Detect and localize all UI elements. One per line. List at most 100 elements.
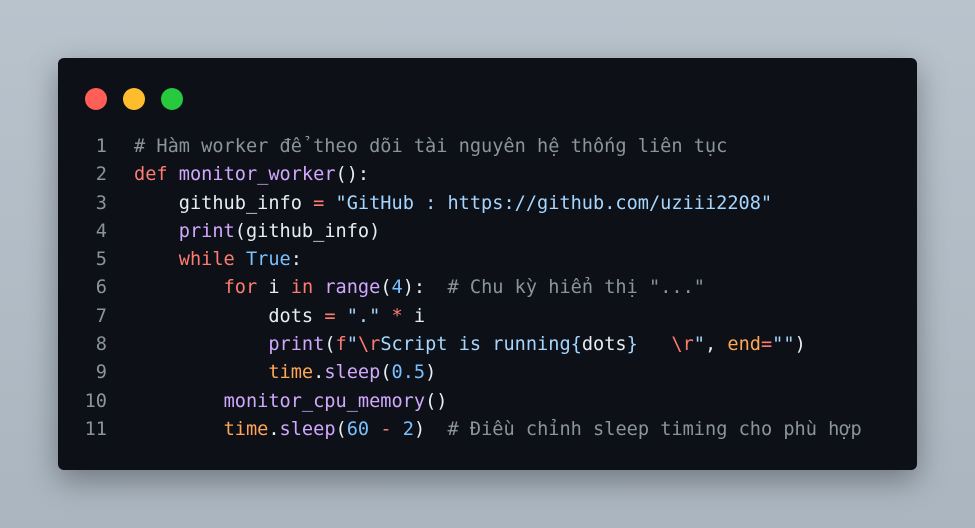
code-text: dots = "." * i <box>134 303 425 331</box>
code-token: \r <box>671 334 694 356</box>
code-text: github_info = "GitHub : https://github.c… <box>134 190 772 218</box>
code-token: time <box>268 362 314 384</box>
code-token: * <box>391 305 403 327</box>
code-token: i <box>257 277 291 299</box>
code-token: ) <box>413 418 448 440</box>
code-token: print <box>268 334 325 356</box>
code-token: \r <box>357 334 381 356</box>
code-token: ( <box>324 334 336 356</box>
code-token: "." <box>346 305 381 327</box>
code-token: True <box>245 249 291 271</box>
code-token: ) <box>425 362 437 384</box>
line-number: 7 <box>95 305 107 327</box>
code-token: - <box>380 418 392 440</box>
minimize-icon[interactable] <box>123 88 145 110</box>
code-token: dots <box>268 305 325 327</box>
code-token: = <box>760 334 773 356</box>
code-token: , <box>704 334 728 356</box>
code-token: Script is running{ <box>380 334 582 356</box>
code-token: ( <box>380 362 392 384</box>
line-number: 5 <box>95 249 107 271</box>
code-token: i <box>402 305 426 327</box>
code-token: 60 <box>346 418 370 440</box>
code-token: ( <box>335 418 347 440</box>
code-window: 1 # Hàm worker để theo dõi tài nguyên hệ … <box>58 58 917 470</box>
code-token: ) <box>794 334 806 356</box>
code-token: ): <box>402 277 448 299</box>
code-token: "" <box>772 334 795 356</box>
code-token: = <box>313 192 325 214</box>
line-number: 3 <box>95 192 107 214</box>
code-token: # Chu kỳ hiển thị "..." <box>447 277 705 299</box>
code-token: 2 <box>402 418 414 440</box>
code-text: while True: <box>134 246 302 274</box>
line-number: 2 <box>95 164 107 186</box>
code-text: def monitor_worker(): <box>134 161 369 189</box>
line-number: 9 <box>95 362 107 384</box>
code-token: sleep <box>279 418 336 440</box>
code-text: for i in range(4): # Chu kỳ hiển thị "..… <box>134 274 705 302</box>
line-number: 10 <box>84 390 107 412</box>
maximize-icon[interactable] <box>161 88 183 110</box>
code-token: for <box>223 277 258 299</box>
code-token: monitor_worker <box>178 164 336 186</box>
code-text: print(f"\rScript is running{dots} \r", e… <box>134 331 806 359</box>
code-token: " <box>693 334 705 356</box>
code-token: monitor_cpu_memory <box>223 390 426 412</box>
code-token: # Hàm worker để theo dõi tài nguyên hệ t… <box>134 136 728 157</box>
code-text: print(github_info) <box>134 218 381 246</box>
code-token: while <box>178 249 235 271</box>
code-text: time.sleep(0.5) <box>134 359 436 387</box>
code-token: 4 <box>391 277 403 299</box>
code-token: " <box>346 334 358 356</box>
code-text: # Hàm worker để theo dõi tài nguyên hệ t… <box>134 133 727 161</box>
code-token: def <box>134 164 168 186</box>
code-token: github_info <box>178 192 314 214</box>
window-controls <box>85 88 183 110</box>
code-token: = <box>324 305 336 327</box>
code-token: : <box>290 249 302 271</box>
code-token: . <box>313 362 325 384</box>
code-token: print <box>178 220 235 242</box>
code-token: end <box>727 334 761 356</box>
code-token: time <box>223 418 269 440</box>
code-text: monitor_cpu_memory() <box>134 388 448 416</box>
line-number: 4 <box>95 220 107 242</box>
code-token: ( <box>380 277 392 299</box>
line-number: 6 <box>95 277 107 299</box>
code-token: (github_info) <box>234 220 381 242</box>
code-token: } <box>626 334 672 356</box>
code-text: time.sleep(60 - 2) # Điều chỉnh sleep ti… <box>134 416 862 444</box>
code-token: () <box>425 390 448 412</box>
code-token: in <box>290 277 314 299</box>
code-token: 0.5 <box>391 362 426 384</box>
code-token: (): <box>335 164 370 186</box>
close-icon[interactable] <box>85 88 107 110</box>
line-number: 1 <box>95 136 107 157</box>
line-number: 8 <box>95 334 107 356</box>
line-number: 11 <box>84 418 107 440</box>
code-token: # Điều chỉnh sleep timing cho phù hợp <box>447 418 862 440</box>
code-token: f <box>335 334 347 356</box>
code-token: dots <box>581 334 627 356</box>
code-token: "GitHub : https://github.com/uziii2208" <box>335 192 773 214</box>
code-token: . <box>268 418 280 440</box>
code-token: sleep <box>324 362 381 384</box>
